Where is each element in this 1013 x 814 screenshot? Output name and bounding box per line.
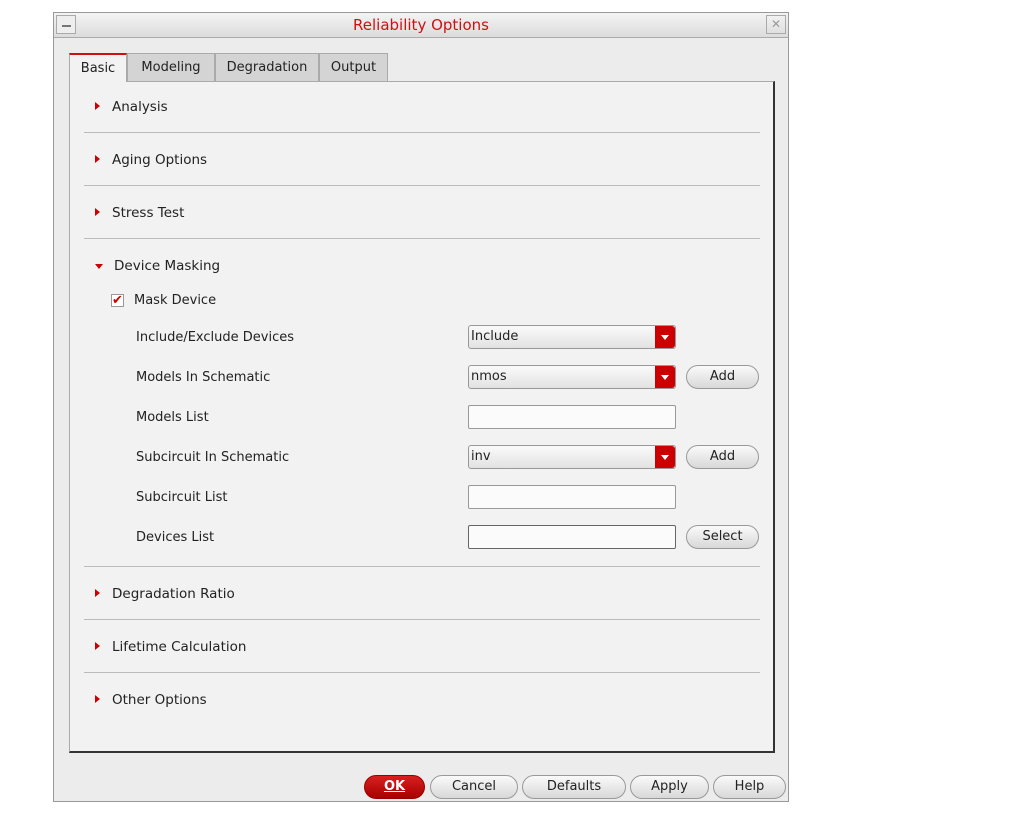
reliability-options-dialog: Reliability Options ✕ Basic Modeling Deg… — [53, 12, 789, 802]
section-lifetime-calculation[interactable]: Lifetime Calculation — [95, 639, 246, 655]
defaults-button[interactable]: Defaults — [522, 775, 626, 799]
models-list-input[interactable] — [468, 405, 676, 429]
subcircuit-in-schematic-label: Subcircuit In Schematic — [136, 450, 290, 465]
tab-output[interactable]: Output — [319, 53, 388, 81]
apply-button[interactable]: Apply — [630, 775, 709, 799]
close-icon[interactable]: ✕ — [766, 15, 786, 34]
title-bar: Reliability Options ✕ — [54, 13, 788, 38]
add-model-button[interactable]: Add — [686, 365, 759, 389]
divider — [84, 185, 760, 186]
ok-button[interactable]: OK — [364, 775, 425, 799]
window-title: Reliability Options — [353, 16, 489, 34]
subcircuit-list-label: Subcircuit List — [136, 490, 228, 505]
section-analysis[interactable]: Analysis — [95, 99, 168, 115]
devices-list-label: Devices List — [136, 530, 215, 545]
section-aging-options[interactable]: Aging Options — [95, 152, 207, 168]
section-stress-test[interactable]: Stress Test — [95, 205, 184, 221]
selected-value: Include — [471, 329, 519, 344]
expand-arrow-icon — [95, 695, 100, 703]
expand-arrow-icon — [95, 208, 100, 216]
dropdown-arrow-icon — [655, 326, 675, 348]
divider — [84, 619, 760, 620]
section-label: Lifetime Calculation — [112, 639, 247, 655]
tab-basic[interactable]: Basic — [69, 53, 127, 82]
section-device-masking[interactable]: Device Masking — [95, 258, 220, 274]
selected-value: nmos — [471, 369, 507, 384]
section-label: Aging Options — [112, 152, 208, 168]
selected-value: inv — [471, 449, 491, 464]
help-button[interactable]: Help — [713, 775, 786, 799]
mask-device-checkbox[interactable]: ✔ — [111, 294, 124, 307]
section-label: Device Masking — [114, 258, 221, 274]
expand-arrow-icon — [95, 642, 100, 650]
cancel-button[interactable]: Cancel — [430, 775, 518, 799]
section-degradation-ratio[interactable]: Degradation Ratio — [95, 586, 235, 602]
section-label: Other Options — [112, 692, 207, 708]
select-devices-button[interactable]: Select — [686, 525, 759, 549]
divider — [84, 566, 760, 567]
expand-arrow-icon — [95, 102, 100, 110]
section-label: Stress Test — [112, 205, 185, 221]
devices-list-input[interactable] — [468, 525, 676, 549]
section-label: Degradation Ratio — [112, 586, 235, 602]
include-exclude-label: Include/Exclude Devices — [136, 330, 294, 345]
divider — [84, 238, 760, 239]
divider — [84, 132, 760, 133]
section-other-options[interactable]: Other Options — [95, 692, 207, 708]
expand-arrow-icon — [95, 155, 100, 163]
basic-tab-panel: Analysis Aging Options Stress Test Devic… — [69, 81, 775, 753]
include-exclude-select[interactable]: Include — [468, 325, 676, 349]
subcircuit-in-schematic-select[interactable]: inv — [468, 445, 676, 469]
dropdown-arrow-icon — [655, 366, 675, 388]
subcircuit-list-input[interactable] — [468, 485, 676, 509]
models-in-schematic-select[interactable]: nmos — [468, 365, 676, 389]
dropdown-arrow-icon — [655, 446, 675, 468]
models-in-schematic-label: Models In Schematic — [136, 370, 271, 385]
tab-degradation[interactable]: Degradation — [215, 53, 319, 81]
collapse-arrow-icon — [95, 264, 103, 269]
add-subcircuit-button[interactable]: Add — [686, 445, 759, 469]
expand-arrow-icon — [95, 589, 100, 597]
tab-modeling[interactable]: Modeling — [127, 53, 215, 81]
section-label: Analysis — [112, 99, 168, 115]
divider — [84, 672, 760, 673]
mask-device-label: Mask Device — [134, 293, 217, 308]
models-list-label: Models List — [136, 410, 209, 425]
